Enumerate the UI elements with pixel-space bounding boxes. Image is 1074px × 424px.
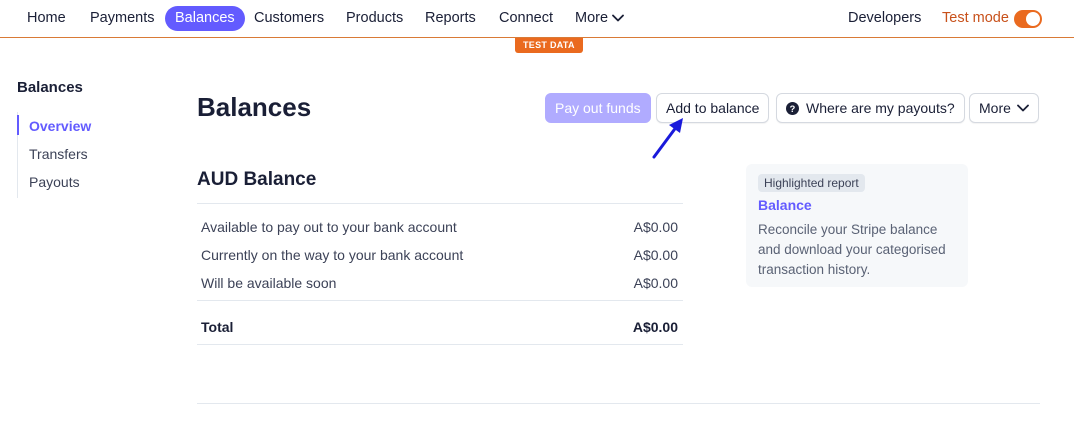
balance-section-title: AUD Balance: [197, 169, 317, 190]
report-description: Reconcile your Stripe balance and downlo…: [758, 222, 946, 277]
sidebar-item-overview[interactable]: Overview: [29, 118, 91, 134]
divider: [197, 344, 683, 345]
nav-item-reports[interactable]: Reports: [415, 6, 486, 31]
balance-row-value: A$0.00: [633, 275, 678, 291]
nav-item-products[interactable]: Products: [336, 6, 413, 31]
balance-row-value: A$0.00: [633, 247, 678, 263]
nav-item-connect[interactable]: Connect: [489, 6, 563, 31]
total-label: Total: [201, 319, 234, 335]
svg-text:?: ?: [790, 104, 796, 114]
divider: [197, 203, 683, 204]
sidebar-item-transfers[interactable]: Transfers: [29, 146, 88, 162]
test-mode-label: Test mode: [942, 10, 1009, 26]
top-navigation: Home Payments Balances Customers Product…: [0, 0, 1074, 38]
nav-item-customers[interactable]: Customers: [244, 6, 334, 31]
sidebar-title: Balances: [17, 79, 83, 96]
test-data-badge: TEST DATA: [515, 38, 583, 53]
chevron-down-icon: [1017, 104, 1029, 112]
total-value: A$0.00: [632, 319, 678, 335]
balance-report-link[interactable]: Balance: [758, 197, 812, 213]
where-are-my-payouts-button[interactable]: ? Where are my payouts?: [776, 93, 965, 123]
divider: [197, 403, 1040, 404]
balance-row-label: Currently on the way to your bank accoun…: [201, 247, 464, 263]
highlighted-report-card: Highlighted report Balance Reconcile you…: [746, 164, 968, 287]
more-actions-label: More: [979, 100, 1011, 116]
nav-item-more[interactable]: More: [565, 6, 634, 31]
pay-out-funds-button[interactable]: Pay out funds: [545, 93, 651, 123]
divider: [197, 300, 683, 301]
sidebar-active-indicator: [17, 115, 19, 135]
toggle-knob: [1026, 12, 1040, 26]
highlighted-report-badge: Highlighted report: [758, 174, 865, 192]
balance-row-label: Available to pay out to your bank accoun…: [201, 219, 457, 235]
nav-item-payments[interactable]: Payments: [80, 6, 164, 31]
test-mode-toggle[interactable]: [1014, 10, 1042, 28]
nav-item-home[interactable]: Home: [17, 6, 76, 31]
nav-item-developers[interactable]: Developers: [838, 6, 931, 31]
more-actions-button[interactable]: More: [969, 93, 1039, 123]
sidebar-item-payouts[interactable]: Payouts: [29, 174, 80, 190]
balance-row-label: Will be available soon: [201, 275, 337, 291]
annotation-arrow-icon: [652, 118, 683, 159]
nav-item-balances[interactable]: Balances: [165, 6, 245, 31]
sidebar-nav: Overview Transfers Payouts: [17, 112, 157, 198]
help-icon: ?: [786, 101, 799, 115]
page-title: Balances: [197, 92, 312, 122]
nav-more-label: More: [575, 10, 609, 26]
chevron-down-icon: [612, 14, 624, 22]
balance-row-value: A$0.00: [633, 219, 678, 235]
where-are-my-payouts-label: Where are my payouts?: [806, 100, 955, 116]
